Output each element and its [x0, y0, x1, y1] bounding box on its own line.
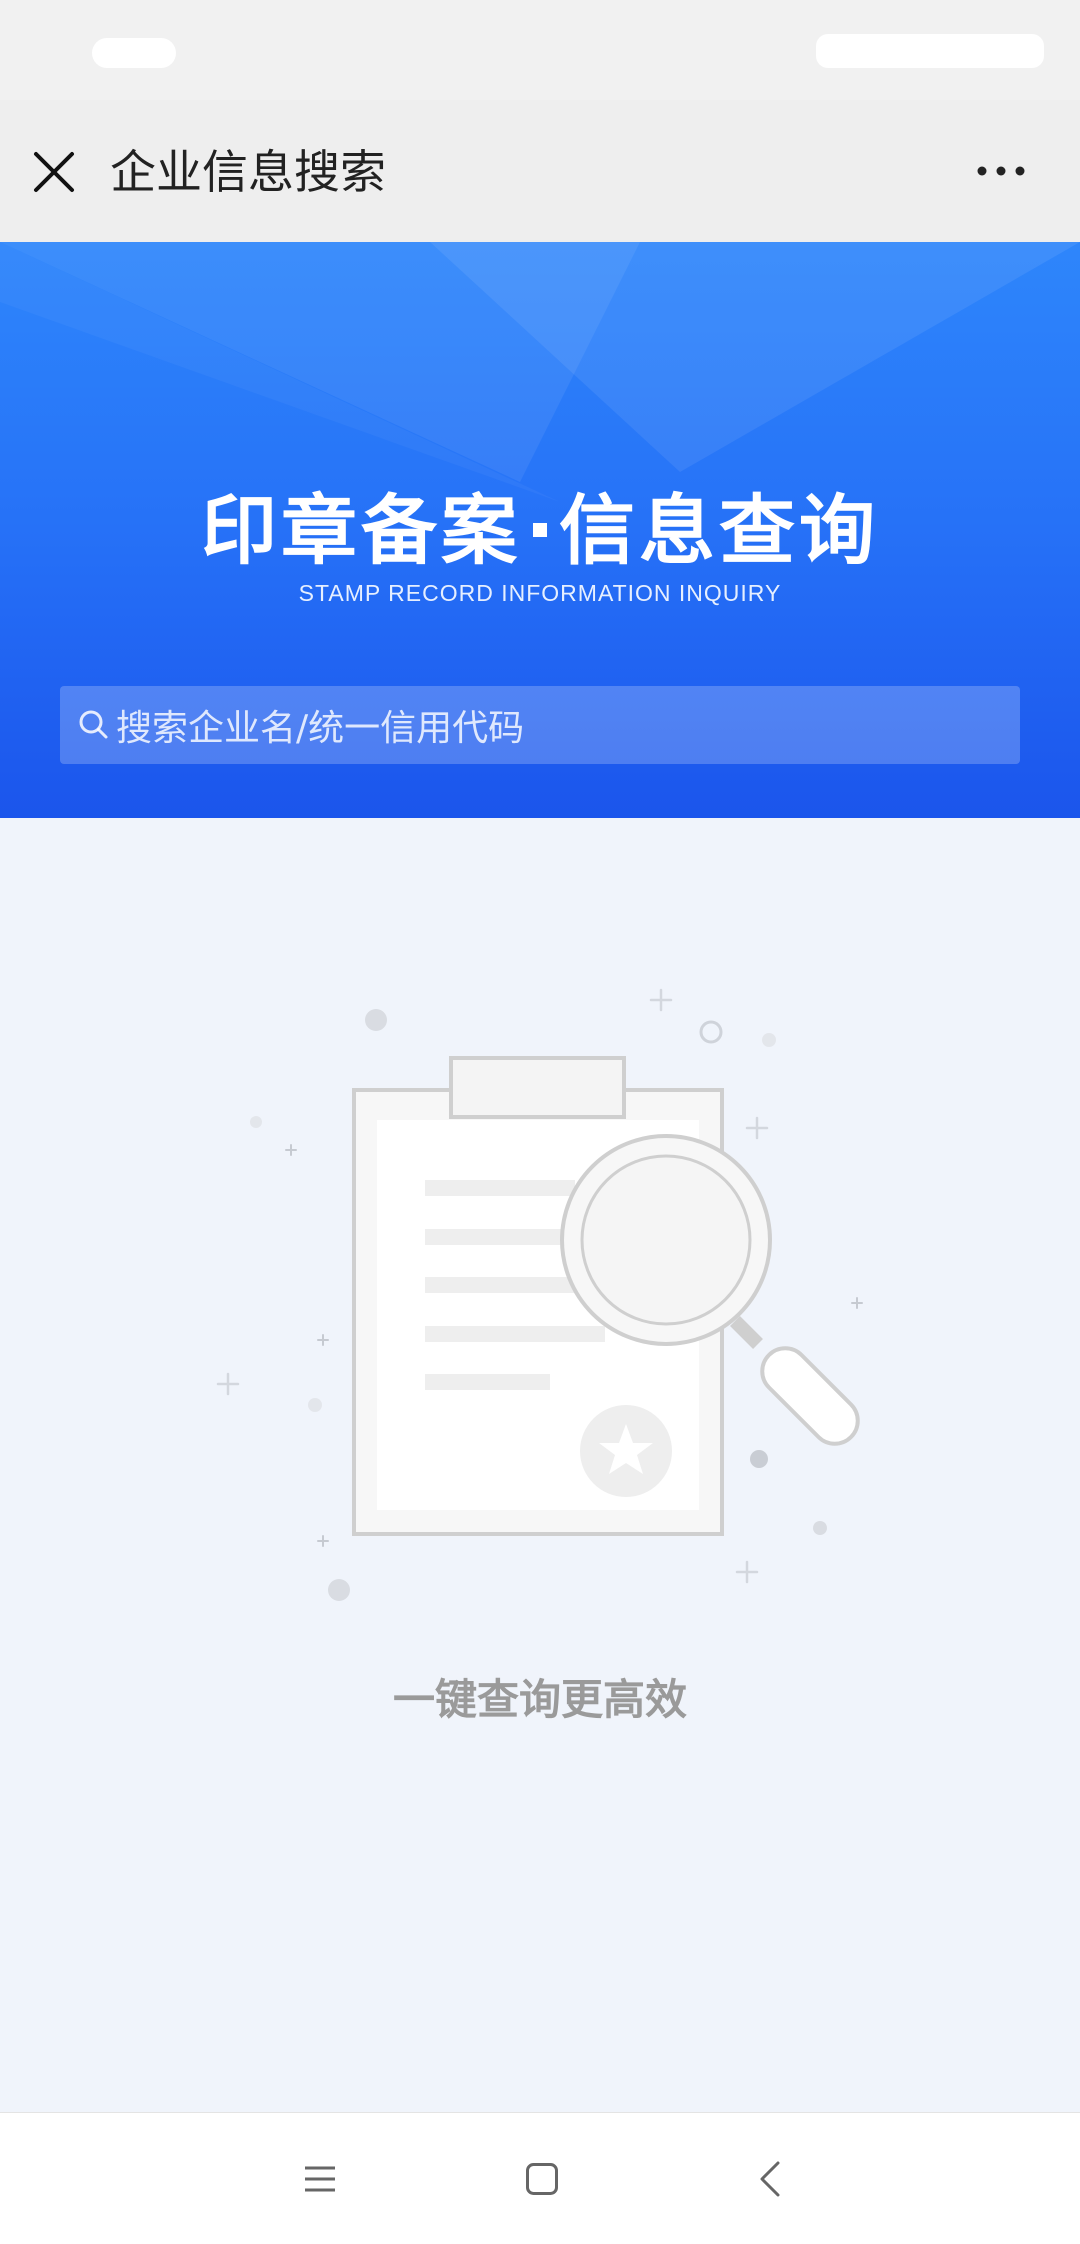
banner-title-left: 印章备案 — [201, 486, 521, 575]
search-placeholder: 搜索企业名/统一信用代码 — [116, 708, 525, 749]
system-nav-bar — [0, 2112, 1080, 2244]
hero-banner: 印章备案 信息查询 STAMP RECORD INFORMATION INQUIR… — [0, 242, 1080, 818]
nav-home-button[interactable] — [512, 2149, 572, 2209]
status-bar — [0, 0, 1080, 100]
home-icon — [526, 2163, 558, 2195]
screen: 企业信息搜索 印章备案 信息查询 STAMP RECORD INFORMATION… — [0, 0, 1080, 2244]
status-bar-left-redacted — [92, 38, 176, 68]
menu-icon — [305, 2166, 335, 2192]
empty-state-text: 一键查询更高效 — [392, 1675, 687, 1724]
title-separator-dot — [533, 523, 547, 537]
nav-menu-button[interactable] — [290, 2149, 350, 2209]
banner-title-right: 信息查询 — [559, 486, 879, 575]
search-icon — [79, 710, 108, 739]
more-button[interactable] — [966, 146, 1036, 196]
search-input[interactable]: 搜索企业名/统一信用代码 — [60, 686, 1020, 764]
banner-title: 印章备案 信息查询 — [0, 488, 1080, 574]
close-button[interactable] — [26, 144, 82, 200]
banner-subtitle: STAMP RECORD INFORMATION INQUIRY — [298, 580, 782, 606]
title-bar: 企业信息搜索 — [0, 100, 1080, 242]
empty-state: 一键查询更高效 — [0, 818, 1080, 2112]
close-icon — [34, 152, 74, 192]
back-icon — [760, 2161, 780, 2197]
nav-back-button[interactable] — [740, 2149, 800, 2209]
more-icon — [977, 166, 1025, 176]
status-bar-right-redacted — [816, 34, 1044, 68]
document-search-illustration — [216, 988, 863, 1601]
page-title: 企业信息搜索 — [110, 145, 386, 199]
